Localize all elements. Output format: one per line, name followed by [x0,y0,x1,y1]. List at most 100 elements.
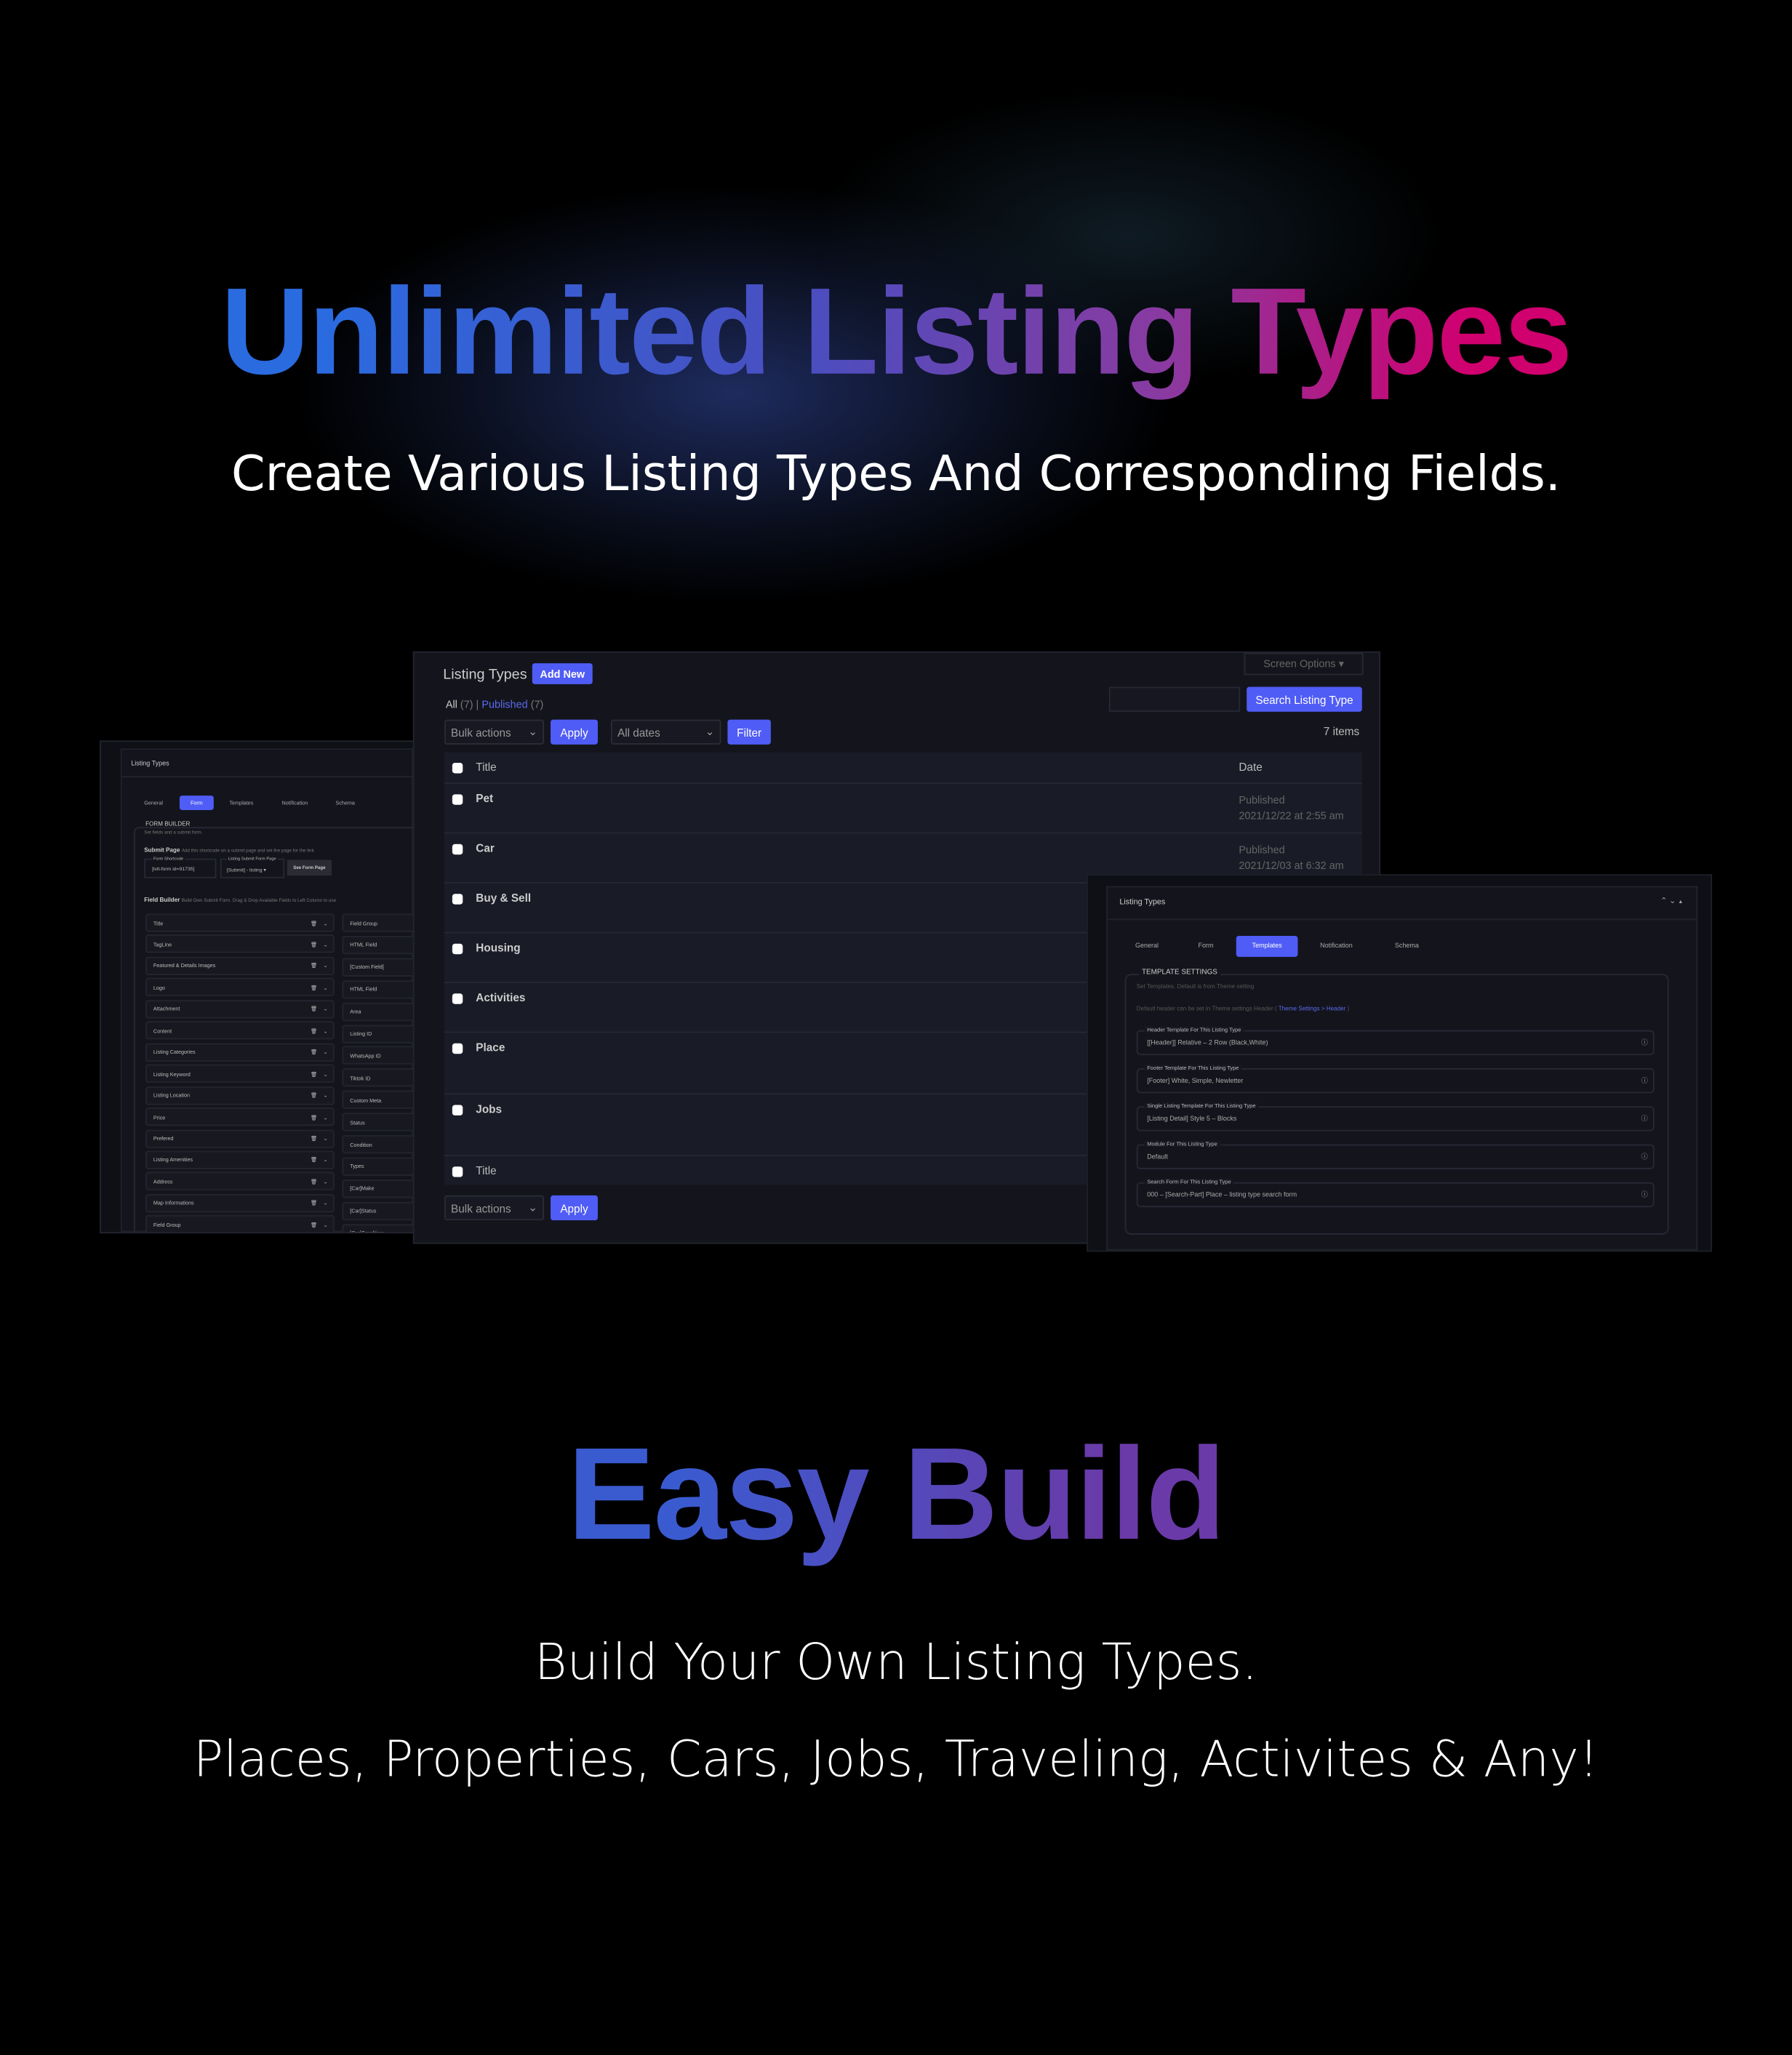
add-new-button[interactable]: Add New [532,663,593,684]
trash-icon[interactable]: 🗑 [311,1049,317,1055]
filter-published-link[interactable]: Published [481,699,527,710]
all-dates-select[interactable]: All dates ⌄ [610,719,721,745]
available-field-item[interactable]: Condition [342,1134,413,1154]
chevron-down-icon[interactable]: ⌄ [324,984,328,990]
trash-icon[interactable]: 🗑 [311,1028,317,1034]
help-icon[interactable]: ⓘ [1641,1190,1648,1199]
tab-schema[interactable]: Schema [1395,936,1419,957]
row-title-link[interactable]: Car [476,841,495,854]
available-field-item[interactable]: [Car]Status [342,1201,413,1220]
available-field-item[interactable]: Tiktok ID [342,1068,413,1087]
chevron-down-icon[interactable]: ⌄ [324,919,328,926]
row-checkbox[interactable] [452,1043,463,1054]
trash-icon[interactable]: 🗑 [311,919,317,926]
used-field-item[interactable]: Prefered 🗑 ⌄ [145,1129,335,1148]
chevron-down-icon[interactable]: ⌄ [324,1157,328,1163]
chevron-down-icon[interactable]: ⌄ [324,963,328,969]
row-title-link[interactable]: Activities [476,991,525,1004]
help-icon[interactable]: ⓘ [1641,1152,1648,1161]
row-checkbox[interactable] [452,993,463,1004]
col-title[interactable]: Title [476,760,496,773]
available-field-item[interactable]: Types [342,1157,413,1176]
trash-icon[interactable]: 🗑 [311,1113,317,1120]
trash-icon[interactable]: 🗑 [311,963,317,969]
trash-icon[interactable]: 🗑 [311,1092,317,1099]
used-field-item[interactable]: Field Group 🗑 ⌄ [145,1215,335,1233]
used-field-item[interactable]: Logo 🗑 ⌄ [145,978,335,997]
apply-button[interactable]: Apply [551,719,598,745]
used-field-item[interactable]: Listing Keyword 🗑 ⌄ [145,1064,335,1083]
tab-templates[interactable]: Templates [1236,935,1298,957]
row-checkbox[interactable] [452,794,463,805]
template-select[interactable]: Default ⓘ [1136,1144,1655,1169]
chevron-down-icon[interactable]: ⌄ [324,1178,328,1185]
available-field-item[interactable]: WhatsApp ID [342,1046,413,1065]
row-checkbox[interactable] [452,844,463,855]
available-field-item[interactable]: Area [342,1002,413,1021]
used-field-item[interactable]: Content 🗑 ⌄ [145,1021,335,1040]
row-title-link[interactable]: Housing [476,941,520,954]
row-title-link[interactable]: Buy & Sell [476,892,531,905]
available-field-item[interactable]: HTML Field [342,980,413,998]
row-checkbox[interactable] [452,894,463,905]
chevron-down-icon[interactable]: ⌄ [324,941,328,948]
used-field-item[interactable]: Map Informations 🗑 ⌄ [145,1193,335,1213]
used-field-item[interactable]: TagLine 🗑 ⌄ [145,934,335,954]
available-field-item[interactable]: Field Group [342,913,413,932]
chevron-down-icon[interactable]: ⌄ [324,1049,328,1055]
trash-icon[interactable]: 🗑 [311,1006,317,1012]
filter-all-link[interactable]: All [446,699,457,710]
search-listing-type-button[interactable]: Search Listing Type [1247,686,1362,712]
used-field-item[interactable]: Attachment 🗑 ⌄ [145,999,335,1019]
tab-general[interactable]: General [1135,936,1159,957]
tab-form[interactable]: Form [1198,936,1213,957]
used-field-item[interactable]: Price 🗑 ⌄ [145,1107,335,1126]
chevron-down-icon[interactable]: ⌄ [324,1200,328,1206]
filter-button[interactable]: Filter [727,719,771,745]
help-icon[interactable]: ⓘ [1641,1038,1648,1047]
tab-notification[interactable]: Notification [282,796,308,810]
tab-templates[interactable]: Templates [229,796,253,810]
col-title-bottom[interactable]: Title [476,1164,496,1177]
tab-general[interactable]: General [144,796,163,810]
tab-notification[interactable]: Notification [1320,936,1353,957]
toggle-icon[interactable]: ▲ [1678,898,1683,905]
trash-icon[interactable]: 🗑 [311,1157,317,1163]
used-field-item[interactable]: Listing Amenities 🗑 ⌄ [145,1150,335,1169]
tab-schema[interactable]: Schema [335,796,354,810]
panel-controls[interactable]: ⌃ ⌄ ▲ [1660,897,1683,906]
chevron-down-icon[interactable]: ⌄ [324,1113,328,1120]
chevron-down-icon[interactable]: ⌄ [324,1070,328,1077]
chevron-down-icon[interactable]: ⌄ [324,1092,328,1099]
template-select[interactable]: [Footer] White, Simple, Newletter ⓘ [1136,1068,1655,1094]
used-field-item[interactable]: Listing Categories 🗑 ⌄ [145,1043,335,1062]
trash-icon[interactable]: 🗑 [311,1222,317,1228]
template-select[interactable]: 000 – [Search-Part] Place – listing type… [1136,1182,1655,1208]
shortcode-field[interactable]: [lvlt-form id=91735] Form Shortcode [144,856,217,878]
available-field-item[interactable]: [Custom Field] [342,958,413,977]
template-select[interactable]: [Listing Detail] Style 5 – Blocks ⓘ [1136,1106,1655,1131]
trash-icon[interactable]: 🗑 [311,1178,317,1185]
see-form-page-button[interactable]: See Form Page [287,860,332,876]
help-icon[interactable]: ⓘ [1641,1076,1648,1086]
trash-icon[interactable]: 🗑 [311,1070,317,1077]
chevron-down-icon[interactable]: ⌄ [1669,898,1676,906]
available-field-item[interactable]: Listing ID [342,1024,413,1043]
row-title-link[interactable]: Pet [476,792,493,805]
chevron-down-icon[interactable]: ⌄ [324,1028,328,1034]
available-field-item[interactable]: Custom Meta [342,1091,413,1110]
help-icon[interactable]: ⓘ [1641,1114,1648,1123]
trash-icon[interactable]: 🗑 [311,1200,317,1206]
tab-form[interactable]: Form [179,796,214,810]
select-all-checkbox[interactable] [452,763,463,774]
template-select[interactable]: [[Header]] Relative – 2 Row (Black,White… [1136,1030,1655,1056]
screen-options-button[interactable]: Screen Options ▾ [1244,652,1364,676]
available-field-item[interactable]: HTML Field [342,935,413,955]
submit-page-select[interactable]: [Submit] - listing ▾ Listing Submit Form … [220,856,285,878]
used-field-item[interactable]: Address 🗑 ⌄ [145,1172,335,1191]
available-field-item[interactable]: [Car]Make [342,1179,413,1198]
col-date[interactable]: Date [1239,760,1262,773]
bulk-actions-select[interactable]: Bulk actions ⌄ [444,719,545,745]
select-all-checkbox-bottom[interactable] [452,1166,463,1177]
bulk-actions-select-bottom[interactable]: Bulk actions ⌄ [444,1195,545,1221]
